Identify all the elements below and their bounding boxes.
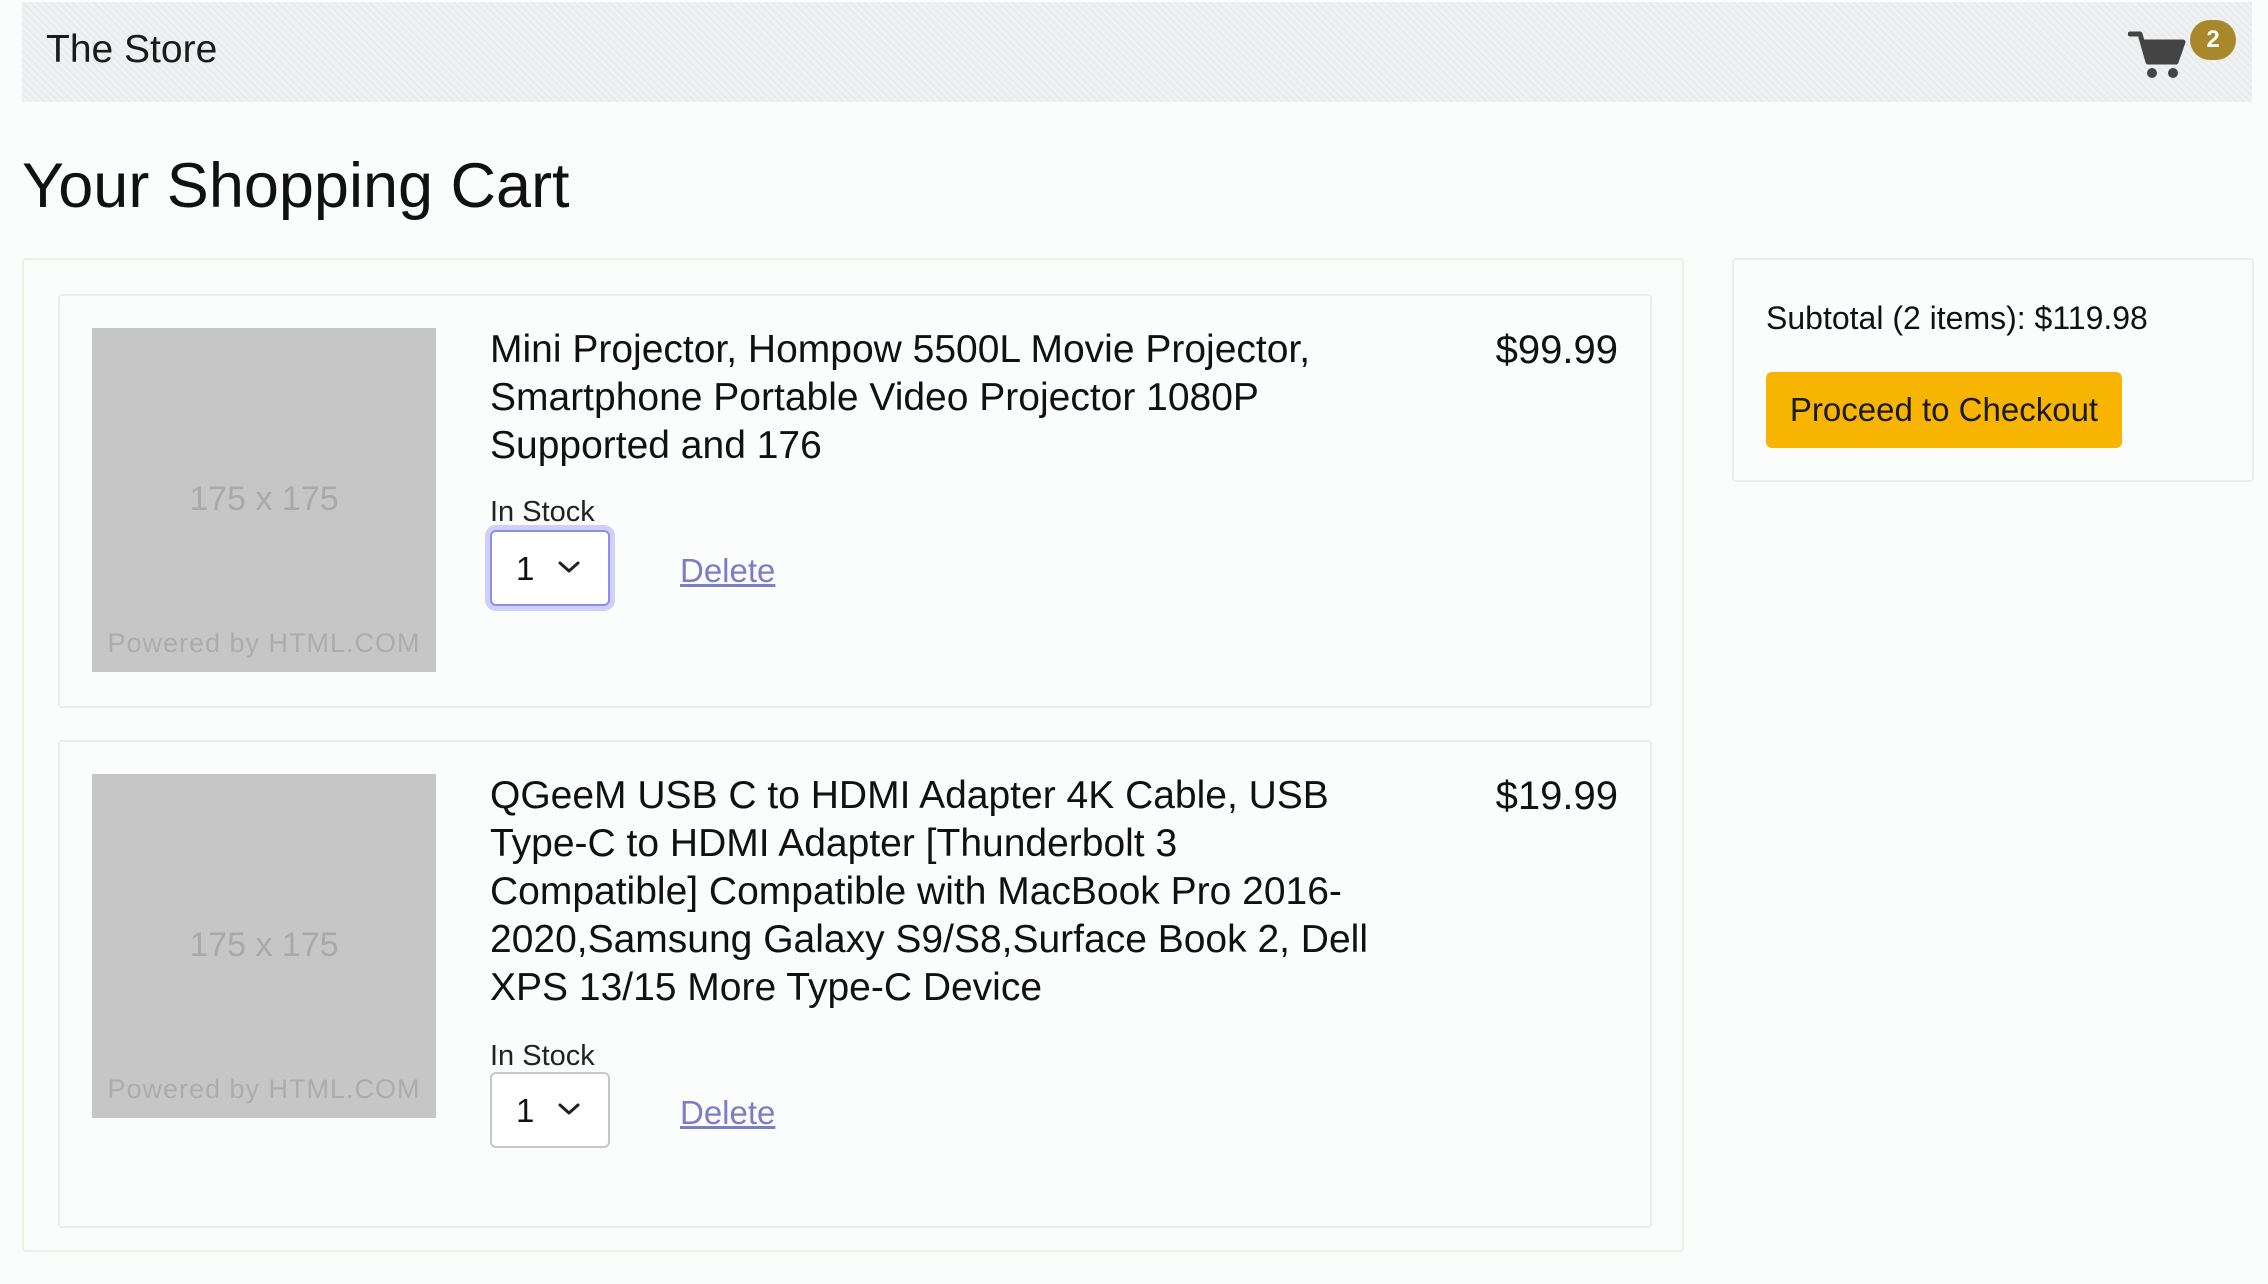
delete-link[interactable]: Delete [680, 552, 775, 590]
product-title: QGeeM USB C to HDMI Adapter 4K Cable, US… [490, 774, 1368, 1009]
page-title: Your Shopping Cart [22, 151, 570, 221]
cart-item: 175 x 175 Powered by HTML.COM Mini Proje… [58, 294, 1652, 708]
delete-link[interactable]: Delete [680, 1094, 775, 1132]
thumbnail-credit-text: Powered by HTML.COM [107, 1074, 421, 1104]
order-summary-panel: Subtotal (2 items): $119.98 Proceed to C… [1732, 258, 2254, 482]
product-thumbnail[interactable]: 175 x 175 Powered by HTML.COM [92, 774, 436, 1118]
cart-items-panel: 175 x 175 Powered by HTML.COM Mini Proje… [22, 258, 1684, 1252]
quantity-value: 1 [516, 550, 535, 587]
thumbnail-credit-text: Powered by HTML.COM [107, 628, 421, 658]
chevron-down-icon [556, 1100, 582, 1118]
product-price: $99.99 [1495, 328, 1618, 372]
quantity-select[interactable]: 1 [490, 1072, 610, 1148]
proceed-to-checkout-button[interactable]: Proceed to Checkout [1766, 372, 2122, 448]
chevron-down-icon [556, 558, 582, 576]
stock-status: In Stock [490, 496, 595, 528]
subtotal-text: Subtotal (2 items): $119.98 [1766, 300, 2148, 336]
product-title: Mini Projector, Hompow 5500L Movie Proje… [490, 328, 1311, 467]
product-price: $19.99 [1495, 774, 1618, 818]
cart-count-badge: 2 [2190, 20, 2236, 60]
navbar: The Store 2 [22, 2, 2252, 102]
quantity-value: 1 [516, 1092, 535, 1129]
cart-item: 175 x 175 Powered by HTML.COM QGeeM USB … [58, 740, 1652, 1228]
thumbnail-size-text: 175 x 175 [189, 926, 339, 964]
product-thumbnail[interactable]: 175 x 175 Powered by HTML.COM [92, 328, 436, 672]
stock-status: In Stock [490, 1040, 595, 1072]
thumbnail-size-text: 175 x 175 [189, 480, 339, 518]
shopping-cart-icon[interactable] [2127, 28, 2188, 80]
quantity-select[interactable]: 1 [490, 530, 610, 606]
store-brand-link[interactable]: The Store [46, 28, 217, 72]
